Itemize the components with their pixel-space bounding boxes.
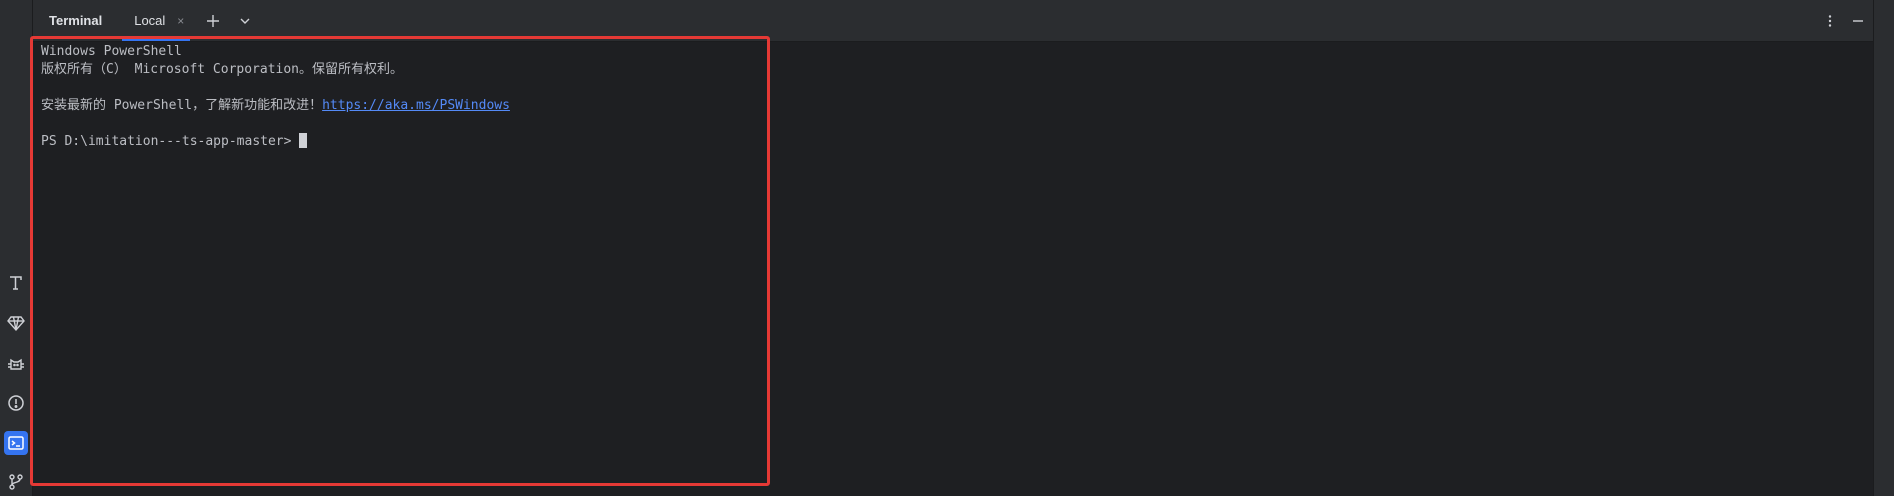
cat-icon[interactable] (4, 351, 28, 375)
tool-window-header: Terminal Local × (33, 0, 1873, 42)
text-tool-icon[interactable] (4, 271, 28, 295)
ide-window: Terminal Local × Windows PowerShell 版权所有… (0, 0, 1894, 496)
chevron-down-icon[interactable] (236, 12, 254, 30)
active-tab-indicator (122, 38, 191, 41)
tab-local[interactable]: Local × (122, 0, 191, 41)
left-tool-strip (0, 0, 33, 496)
plus-icon[interactable] (204, 12, 222, 30)
header-actions (1811, 12, 1867, 30)
tool-window-title: Terminal (49, 13, 103, 28)
ps-windows-link[interactable]: https://aka.ms/PSWindows (322, 98, 510, 113)
terminal-icon[interactable] (4, 431, 28, 455)
tab-label: Local (134, 13, 166, 28)
close-icon[interactable]: × (177, 14, 184, 28)
right-tool-strip (1873, 0, 1894, 496)
terminal-prompt-line: PS D:\imitation---ts-app-master> (41, 133, 308, 151)
terminal-cursor (299, 133, 308, 148)
minimize-icon[interactable] (1849, 12, 1867, 30)
problems-icon[interactable] (4, 391, 28, 415)
terminal-line: 版权所有（C） Microsoft Corporation。保留所有权利。 (41, 62, 404, 77)
terminal-prompt: PS D:\imitation---ts-app-master> (41, 134, 292, 149)
more-vertical-icon[interactable] (1821, 12, 1839, 30)
terminal-line: Windows PowerShell (41, 44, 182, 59)
git-branch-icon[interactable] (4, 470, 28, 494)
terminal-line: 安装最新的 PowerShell，了解新功能和改进！https://aka.ms… (41, 97, 510, 115)
gem-icon[interactable] (4, 311, 28, 335)
terminal-output[interactable]: Windows PowerShell 版权所有（C） Microsoft Cor… (33, 42, 1873, 496)
terminal-text: 安装最新的 PowerShell，了解新功能和改进！ (41, 98, 323, 113)
